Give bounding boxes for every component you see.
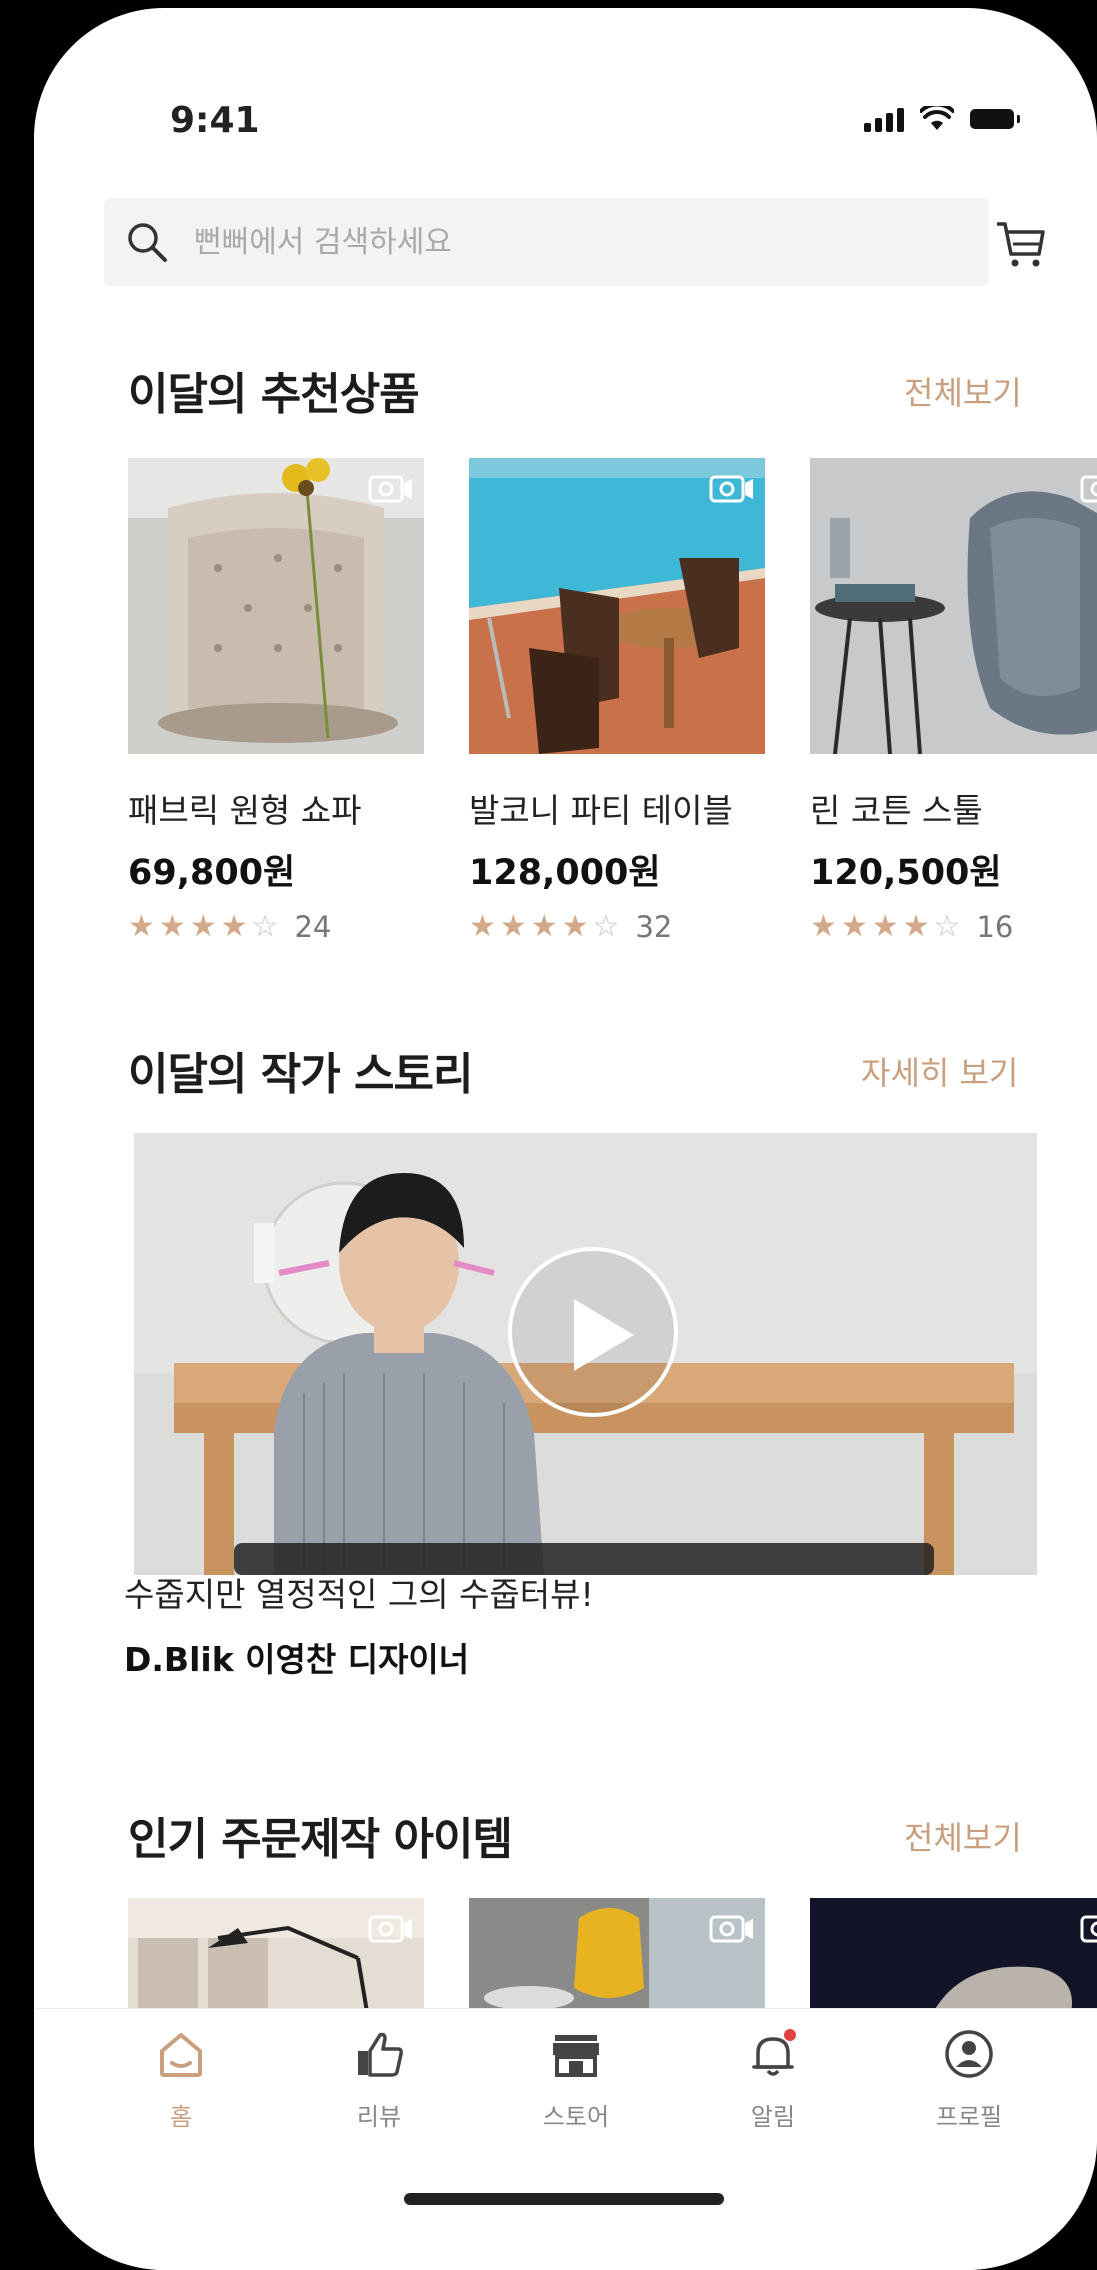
tab-label: 홈 — [169, 2103, 193, 2131]
tab-notification[interactable]: 알림 — [698, 2027, 848, 2132]
home-icon — [160, 2033, 202, 2077]
review-count: 24 — [294, 909, 332, 944]
tab-review[interactable]: 리뷰 — [304, 2027, 454, 2132]
bell-icon — [752, 2029, 796, 2076]
video-icon — [1080, 1915, 1097, 1943]
product-image[interactable] — [128, 458, 424, 754]
product-rating: ★★★★☆ 16 — [810, 909, 1097, 944]
product-rating: ★★★★☆ 24 — [128, 909, 424, 944]
tab-label: 스토어 — [542, 2103, 610, 2131]
status-time: 9:41 — [170, 100, 260, 141]
product-rating: ★★★★☆ 32 — [469, 909, 765, 944]
product-name: 린 코튼 스툴 — [810, 791, 983, 830]
play-icon — [574, 1299, 634, 1371]
review-count: 16 — [976, 909, 1014, 944]
product-price: 69,800원 — [128, 853, 296, 893]
tab-label: 프로필 — [935, 2103, 1003, 2131]
bottom-tab-bar: 홈 리뷰 스토어 알림 프로필 — [34, 2008, 1097, 2270]
tab-store[interactable]: 스토어 — [501, 2027, 651, 2132]
popular-item-image[interactable] — [128, 1898, 424, 2018]
phone-screen: 9:41 이달의 추천상품 전체보기 — [34, 8, 1097, 2270]
tab-label: 리뷰 — [356, 2103, 402, 2131]
cart-icon[interactable] — [991, 214, 1051, 274]
product-image[interactable] — [469, 458, 765, 754]
status-bar: 9:41 — [34, 8, 1097, 141]
rating-stars-icon: ★★★★☆ — [810, 909, 965, 944]
product-name: 패브릭 원형 쇼파 — [128, 791, 362, 830]
popular-view-all-link[interactable]: 전체보기 — [904, 1813, 1022, 1859]
product-card[interactable]: 발코니 파티 테이블 128,000원 ★★★★☆ 32 — [469, 458, 765, 944]
thumbs-up-icon — [358, 2032, 403, 2077]
store-icon — [553, 2035, 599, 2077]
popular-item-image[interactable] — [810, 1898, 1097, 2018]
search-input[interactable] — [192, 223, 796, 261]
rating-stars-icon: ★★★★☆ — [469, 909, 624, 944]
video-icon — [709, 475, 753, 503]
home-indicator[interactable] — [404, 2193, 724, 2205]
tab-profile[interactable]: 프로필 — [894, 2027, 1044, 2132]
story-caption-title: 수줍지만 열정적인 그의 수줍터뷰! — [124, 1575, 594, 1614]
search-icon — [128, 223, 167, 262]
product-card[interactable]: 린 코튼 스툴 120,500원 ★★★★☆ 16 — [810, 458, 1097, 944]
popular-item-image[interactable] — [469, 1898, 765, 2018]
play-button[interactable] — [508, 1247, 678, 1417]
recommended-carousel[interactable]: 패브릭 원형 쇼파 69,800원 ★★★★☆ 24 발코니 파티 테이블 12… — [128, 458, 1097, 958]
profile-icon — [945, 2030, 993, 2078]
status-icons — [864, 106, 1020, 132]
search-bar[interactable] — [104, 198, 989, 286]
story-caption-author: D.Blik 이영찬 디자이너 — [124, 1640, 470, 1679]
wifi-icon — [920, 106, 954, 130]
story-title: 이달의 작가 스토리 — [128, 1049, 473, 1100]
video-icon — [1080, 475, 1097, 503]
review-count: 32 — [635, 909, 673, 944]
notification-badge — [784, 2029, 796, 2041]
product-card[interactable]: 패브릭 원형 쇼파 69,800원 ★★★★☆ 24 — [128, 458, 424, 944]
battery-icon — [970, 109, 1020, 129]
rating-stars-icon: ★★★★☆ — [128, 909, 283, 944]
recommended-view-all-link[interactable]: 전체보기 — [904, 368, 1022, 414]
video-icon — [368, 1915, 412, 1943]
story-more-link[interactable]: 자세히 보기 — [861, 1048, 1018, 1094]
video-icon — [709, 1915, 753, 1943]
tab-home[interactable]: 홈 — [106, 2027, 256, 2132]
product-image[interactable] — [810, 458, 1097, 754]
tab-label: 알림 — [750, 2103, 796, 2131]
product-price: 120,500원 — [810, 853, 1002, 893]
video-icon — [368, 475, 412, 503]
story-video[interactable] — [134, 1133, 1037, 1575]
product-name: 발코니 파티 테이블 — [469, 791, 733, 830]
popular-carousel[interactable] — [128, 1898, 1097, 2018]
product-price: 128,000원 — [469, 853, 661, 893]
signal-icon — [864, 106, 904, 132]
popular-title: 인기 주문제작 아이템 — [128, 1814, 513, 1865]
recommended-title: 이달의 추천상품 — [128, 369, 420, 420]
